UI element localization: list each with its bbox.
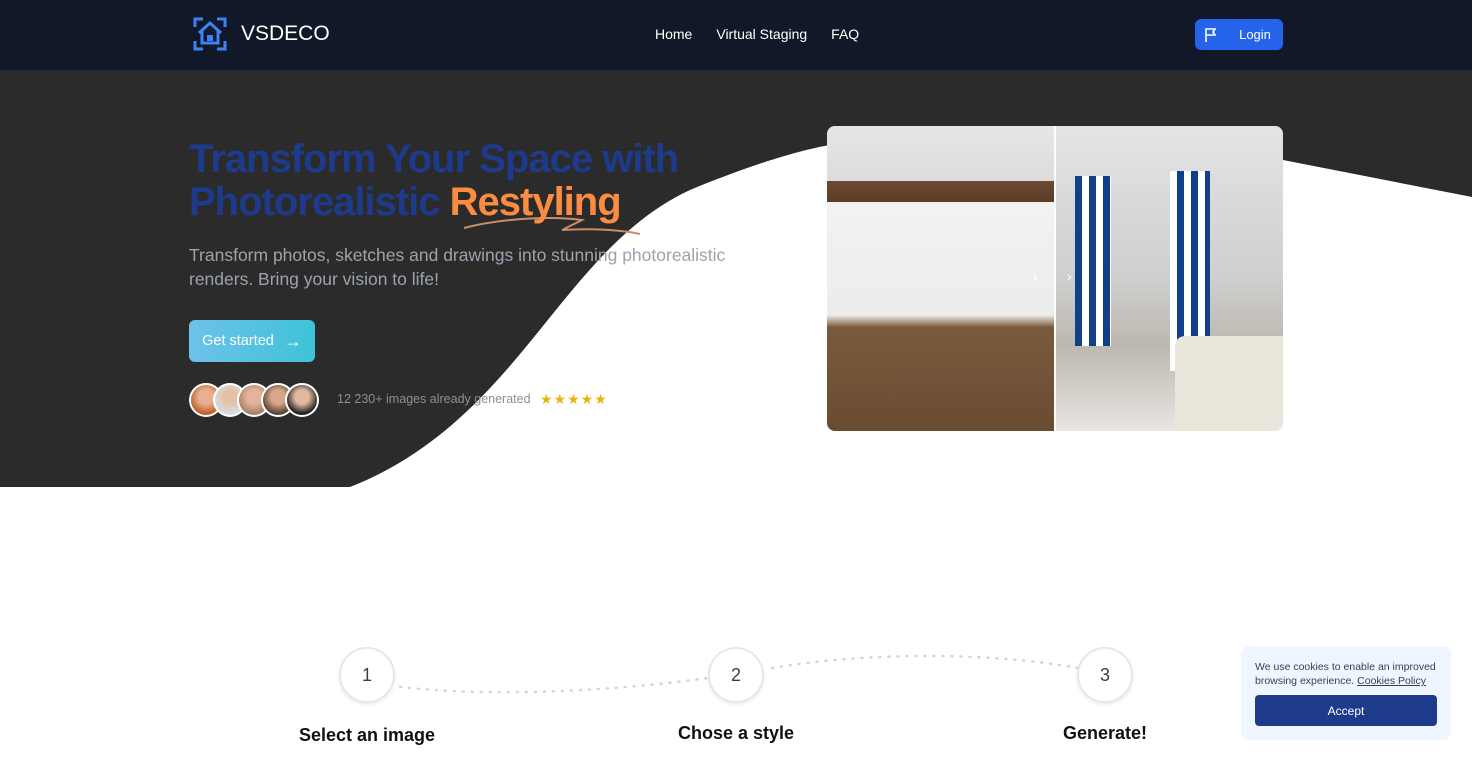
house-icon — [193, 17, 227, 51]
slider-divider[interactable] — [1054, 126, 1056, 431]
rating-stars: ★★★★★ — [540, 391, 608, 407]
flag-icon — [1205, 27, 1217, 42]
step-2: 2 Chose a style — [636, 647, 836, 744]
chevron-right-icon: › — [1067, 268, 1072, 284]
step-title: Generate! — [1062, 723, 1148, 743]
step-number: 1 — [339, 647, 395, 703]
step-1: 1 Select an image — [267, 647, 467, 746]
accept-cookies-button[interactable]: Accept — [1255, 695, 1437, 726]
after-image — [1055, 126, 1283, 431]
cookie-banner: We use cookies to enable an improved bro… — [1241, 646, 1451, 740]
hero-title-accent: Restyling — [449, 180, 622, 224]
hero-subtitle: Transform photos, sketches and drawings … — [189, 245, 726, 289]
arrow-right-icon: → — [283, 330, 302, 351]
cookies-policy-link[interactable]: Cookies Policy — [1357, 675, 1426, 687]
logo[interactable]: VSDECO — [193, 17, 330, 51]
avatar — [285, 383, 319, 417]
nav-virtual-staging[interactable]: Virtual Staging — [716, 26, 807, 42]
cookie-text: We use cookies to enable an improved bro… — [1255, 661, 1436, 687]
nav-faq[interactable]: FAQ — [831, 26, 859, 42]
brand-name: VSDECO — [241, 22, 330, 45]
nav-home[interactable]: Home — [655, 26, 692, 42]
hero-title: Transform Your Space with Photorealistic… — [189, 137, 679, 224]
step-3: 3 Generate! — [1005, 647, 1205, 744]
login-button[interactable]: Login — [1227, 19, 1283, 50]
step-title: Select an image — [298, 725, 436, 745]
step-number: 3 — [1077, 647, 1133, 703]
main-nav: Home Virtual Staging FAQ — [655, 26, 859, 42]
step-title: Chose a style — [677, 723, 795, 743]
before-after-slider[interactable]: ‹ › — [827, 126, 1283, 431]
get-started-button[interactable]: Get started → — [189, 320, 315, 362]
user-avatars — [189, 383, 319, 417]
get-started-label: Get started — [202, 333, 274, 349]
generated-count: 12 230+ images already generated — [337, 392, 531, 406]
header: VSDECO Home Virtual Staging FAQ Login — [0, 0, 1472, 70]
before-image — [827, 126, 1055, 431]
step-number: 2 — [708, 647, 764, 703]
chevron-left-icon: ‹ — [1033, 268, 1038, 284]
language-button[interactable] — [1195, 19, 1227, 50]
